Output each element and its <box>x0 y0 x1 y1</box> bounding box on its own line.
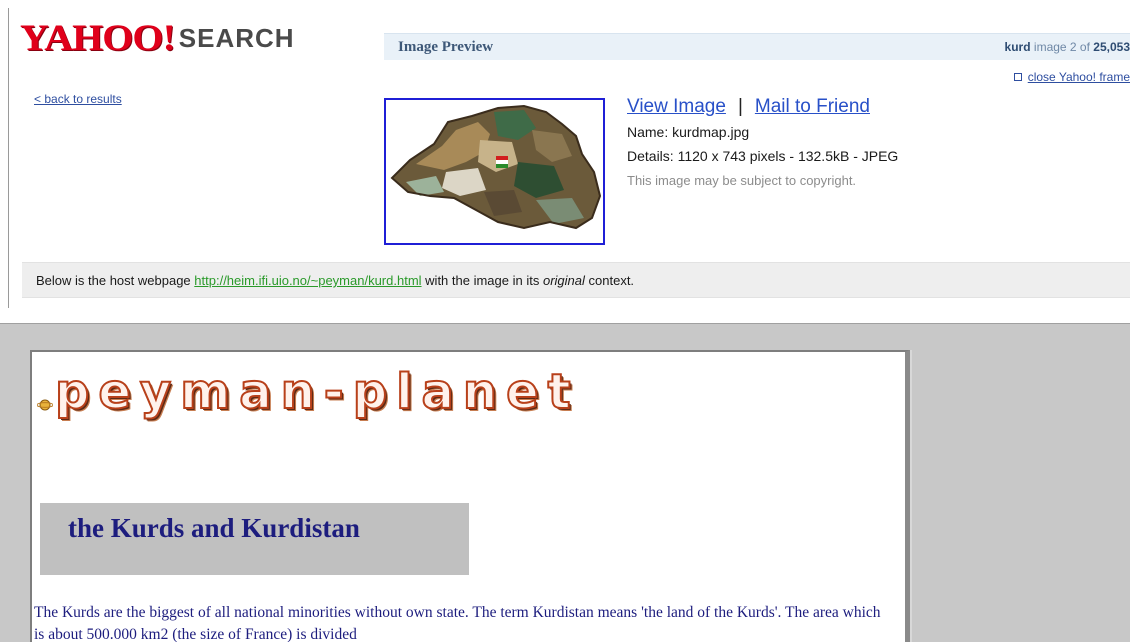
back-to-results-link[interactable]: < back to results <box>34 92 122 106</box>
intro-paragraph: The Kurds are the biggest of all nationa… <box>34 604 881 642</box>
host-suffix: context. <box>588 273 635 288</box>
query-term: kurd <box>1004 40 1031 54</box>
host-page-sentence: Below is the host webpage http://heim.if… <box>36 273 634 288</box>
site-logo-text: peyman-planet <box>54 364 580 420</box>
yahoo-logo-text: YAHOO! <box>20 16 176 59</box>
link-separator: | <box>737 96 743 117</box>
host-url-link[interactable]: http://heim.ifi.uio.no/~peyman/kurd.html <box>194 273 421 288</box>
host-page-frame: peyman-planet the Kurds and Kurdistan Th… <box>0 323 1130 642</box>
frame-divider <box>8 8 9 308</box>
view-image-link[interactable]: View Image <box>627 96 726 117</box>
copyright-notice: This image may be subject to copyright. <box>627 173 857 188</box>
kurdistan-map-image <box>386 100 603 243</box>
heading-box: the Kurds and Kurdistan <box>40 503 469 575</box>
image-count: kurd image 2 of 25,053 <box>1005 40 1130 54</box>
image-preview-bar: Image Preview kurd image 2 of 25,053 <box>384 33 1130 60</box>
count-total: 25,053 <box>1093 40 1130 54</box>
yahoo-preview-frame: YAHOO! SEARCH Image Preview kurd image 2 … <box>0 0 1130 323</box>
host-italic: original <box>542 273 585 288</box>
host-page-info-bar: Below is the host webpage http://heim.if… <box>22 262 1130 298</box>
close-frame-label: close Yahoo! frame <box>1027 70 1130 84</box>
checkbox-icon <box>1013 73 1022 81</box>
yahoo-search-logo[interactable]: YAHOO! SEARCH <box>20 18 295 58</box>
page-heading: the Kurds and Kurdistan <box>68 513 360 543</box>
count-text: image 2 of <box>1033 40 1090 54</box>
small-planet-icon <box>37 399 53 411</box>
image-name: Name: kurdmap.jpg <box>627 124 750 140</box>
preview-title: Image Preview <box>398 39 494 55</box>
image-thumbnail[interactable] <box>384 98 605 245</box>
image-actions: View Image | Mail to Friend <box>627 96 870 118</box>
host-middle: with the image in its <box>425 273 540 288</box>
host-page-content: peyman-planet the Kurds and Kurdistan Th… <box>30 350 910 642</box>
close-frame-link[interactable]: close Yahoo! frame <box>1013 70 1130 84</box>
search-logo-text: SEARCH <box>178 23 295 53</box>
mail-to-friend-link[interactable]: Mail to Friend <box>755 96 870 117</box>
image-details: Details: 1120 x 743 pixels - 132.5kB - J… <box>627 148 899 164</box>
host-prefix: Below is the host webpage <box>36 273 191 288</box>
